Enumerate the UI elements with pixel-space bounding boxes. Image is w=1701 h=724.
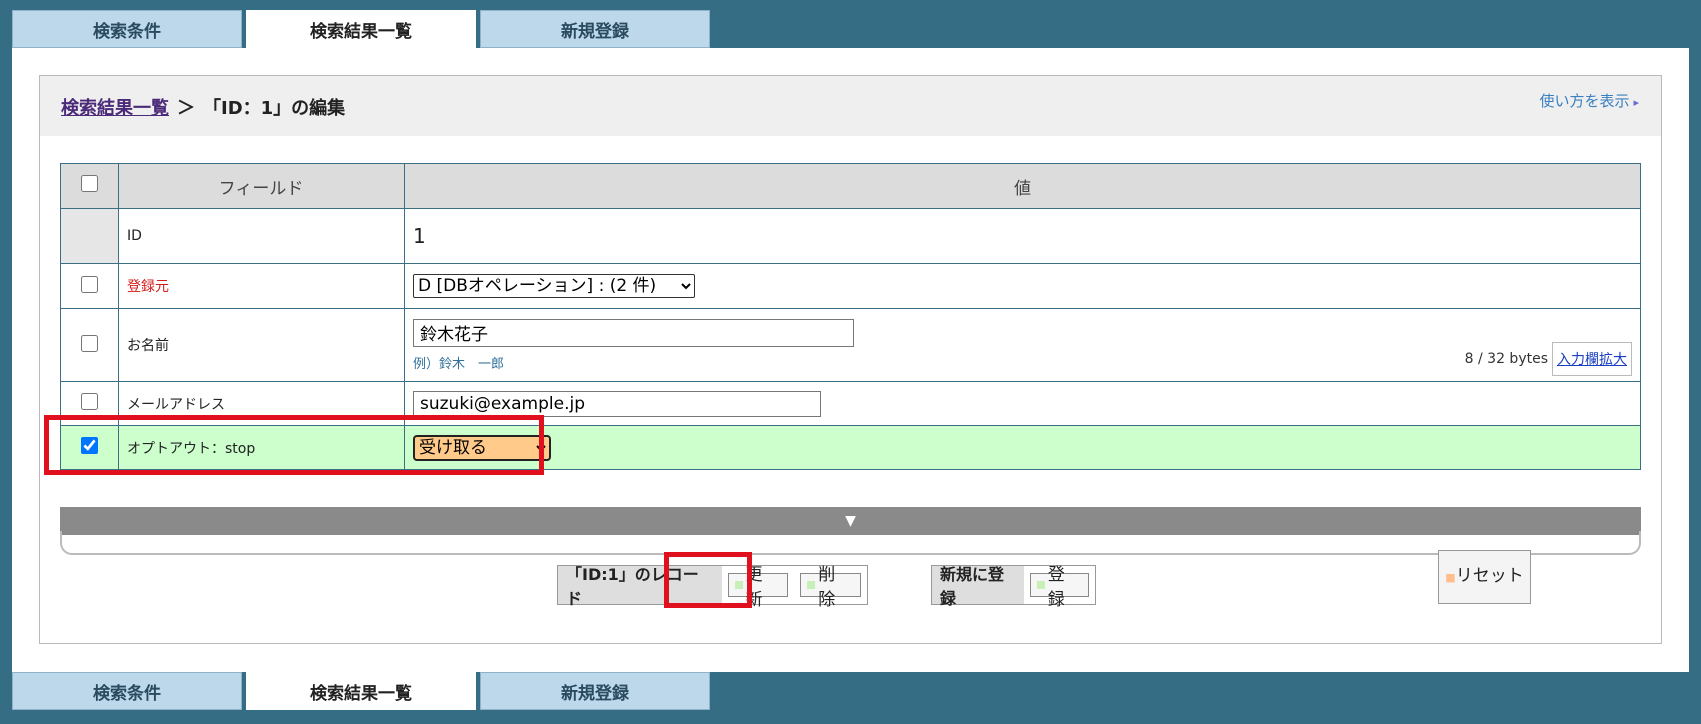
- name-checkbox[interactable]: [81, 334, 98, 352]
- id-value: 1: [404, 208, 1641, 264]
- help-link-label: 使い方を表示: [1539, 92, 1630, 110]
- page-title: 「ID：1」の編集: [203, 98, 346, 119]
- row-optout-checkbox-cell: [60, 425, 119, 470]
- field-label-source: 登録元: [118, 263, 405, 309]
- name-input[interactable]: [413, 318, 854, 347]
- delete-label: 削除: [818, 565, 836, 610]
- email-input[interactable]: [413, 390, 821, 417]
- table-header-row: フィールド 値: [60, 163, 1641, 209]
- new-actions: 新規に登録 登録: [931, 565, 1096, 610]
- table-row-id: ID 1: [60, 208, 1641, 264]
- edit-box: 検索結果一覧 ＞ 「ID：1」の編集 使い方を表示 ▸ フィールド 値 ID 1 …: [39, 75, 1662, 644]
- square-icon: [807, 581, 816, 589]
- bottom-tabs: 検索条件 検索結果一覧 新規登録: [12, 672, 710, 710]
- breadcrumb-separator: ＞: [177, 98, 195, 119]
- optout-value-cell: 受け取る: [404, 425, 1641, 470]
- update-label: 更新: [745, 565, 763, 610]
- new-actions-label: 新規に登録: [932, 565, 1025, 608]
- header-field: フィールド: [118, 163, 405, 209]
- field-label-optout: オプトアウト：stop: [118, 425, 405, 470]
- register-label: 登録: [1047, 565, 1065, 610]
- source-value-cell: D [DBオペレーション] : (2 件): [404, 263, 1641, 309]
- optout-select[interactable]: 受け取る: [413, 434, 551, 461]
- field-label-email: メールアドレス: [118, 381, 405, 426]
- delete-button[interactable]: 削除: [800, 565, 862, 610]
- source-checkbox[interactable]: [81, 275, 98, 293]
- box-header: 検索結果一覧 ＞ 「ID：1」の編集 使い方を表示 ▸: [40, 76, 1661, 136]
- optout-checkbox[interactable]: [81, 437, 98, 454]
- select-all-cell: [60, 163, 119, 209]
- select-all-checkbox[interactable]: [81, 175, 98, 192]
- record-actions: 「ID:1」のレコード 更新 削除: [557, 565, 868, 610]
- tab-search-results[interactable]: 検索結果一覧: [246, 10, 476, 48]
- triangle-right-icon: ▸: [1633, 96, 1639, 109]
- update-button[interactable]: 更新: [727, 565, 789, 610]
- square-icon: [1037, 581, 1045, 589]
- header-value: 値: [404, 163, 1641, 209]
- main-panel: 検索結果一覧 ＞ 「ID：1」の編集 使い方を表示 ▸ フィールド 値 ID 1 …: [12, 48, 1689, 672]
- byte-counter: 8 / 32 bytes: [1464, 351, 1548, 367]
- row-source-checkbox-cell: [60, 263, 119, 309]
- top-tabs: 検索条件 検索結果一覧 新規登録: [12, 10, 710, 48]
- tab-search-conditions[interactable]: 検索条件: [12, 10, 242, 48]
- table-row-name: お名前 例）鈴木 一郎 8 / 32 bytes 入力欄拡大: [60, 308, 1641, 382]
- tab-new-registration-bottom[interactable]: 新規登録: [480, 672, 710, 710]
- square-icon: ■: [1445, 571, 1456, 584]
- table-footer-curve: [60, 531, 1641, 555]
- row-id-checkbox-cell: [60, 208, 119, 264]
- tab-search-results-bottom[interactable]: 検索結果一覧: [246, 672, 476, 710]
- row-name-checkbox-cell: [60, 308, 119, 382]
- name-hint: 例）鈴木 一郎: [413, 356, 505, 372]
- name-counter-wrap: 8 / 32 bytes 入力欄拡大: [1465, 342, 1632, 376]
- source-select[interactable]: D [DBオペレーション] : (2 件): [413, 274, 695, 298]
- row-email-checkbox-cell: [60, 381, 119, 426]
- square-icon: [734, 581, 743, 589]
- tab-search-conditions-bottom[interactable]: 検索条件: [12, 672, 242, 710]
- record-actions-label: 「ID:1」のレコード: [558, 565, 722, 608]
- edit-table: フィールド 値 ID 1 登録元 D [DBオペレーション] : (2 件) お…: [60, 163, 1641, 470]
- table-row-optout: オプトアウト：stop 受け取る: [60, 425, 1641, 470]
- table-row-email: メールアドレス: [60, 381, 1641, 426]
- field-label-name: お名前: [118, 308, 405, 382]
- table-row-source: 登録元 D [DBオペレーション] : (2 件): [60, 263, 1641, 309]
- breadcrumb-link-results[interactable]: 検索結果一覧: [61, 94, 169, 120]
- help-link[interactable]: 使い方を表示 ▸: [1539, 90, 1639, 111]
- register-button[interactable]: 登録: [1030, 565, 1089, 610]
- name-value-cell: 例）鈴木 一郎 8 / 32 bytes 入力欄拡大: [404, 308, 1641, 382]
- triangle-down-icon: ▼: [845, 513, 856, 529]
- reset-button[interactable]: ■リセット: [1438, 550, 1531, 604]
- reset-label: リセット: [1455, 566, 1524, 586]
- email-checkbox[interactable]: [81, 393, 98, 410]
- expand-input-button[interactable]: 入力欄拡大: [1552, 342, 1632, 376]
- field-label-id: ID: [118, 208, 405, 264]
- tab-new-registration[interactable]: 新規登録: [480, 10, 710, 48]
- email-value-cell: [404, 381, 1641, 426]
- breadcrumb: 検索結果一覧 ＞ 「ID：1」の編集: [61, 94, 345, 120]
